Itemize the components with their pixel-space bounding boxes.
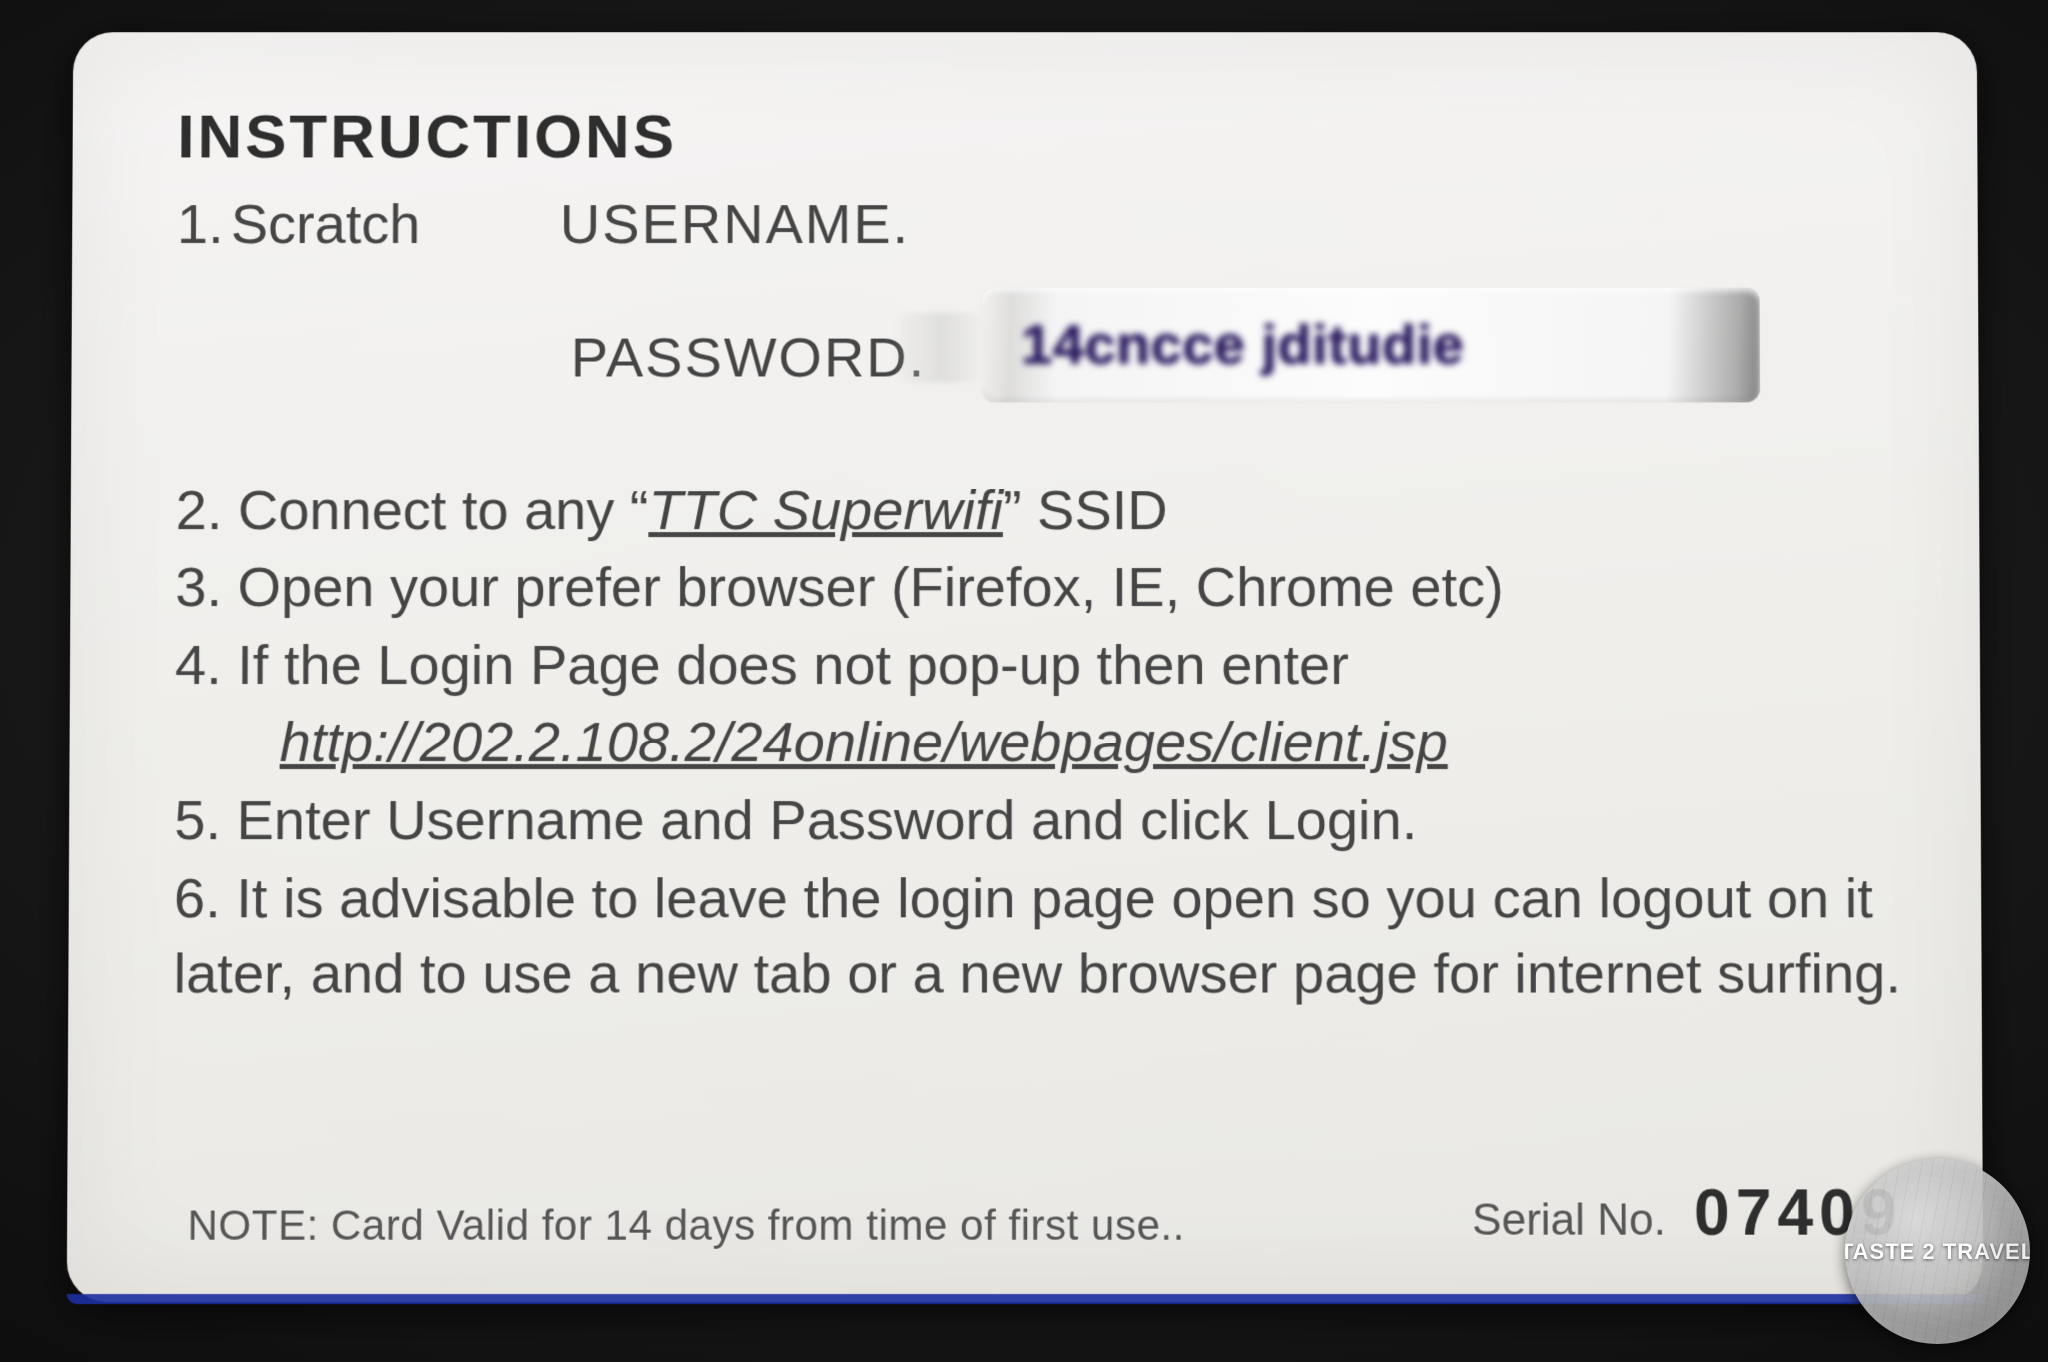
card-footer: NOTE: Card Valid for 14 days from time o… <box>187 1175 1902 1249</box>
password-row: PASSWORD. 14cncce jditudie <box>176 319 1909 402</box>
login-page-url: http://202.2.108.2/24online/webpages/cli… <box>280 704 1448 780</box>
step-1-number: 1. <box>177 186 231 261</box>
validity-note: NOTE: Card Valid for 14 days from time o… <box>187 1201 1184 1249</box>
step-1: 1.Scratch USERNAME. <box>177 186 1908 261</box>
revealed-password: 14cncce jditudie <box>981 287 1760 402</box>
username-label: USERNAME. <box>560 186 910 261</box>
serial-block: Serial No. 07409 <box>1472 1175 1903 1249</box>
step-2-lead: 2. Connect to any “ <box>176 478 649 541</box>
step-2: 2. Connect to any “TTC Superwifi” SSID <box>176 472 1910 547</box>
watermark-text: TASTE 2 TRAVEL <box>1845 1239 2030 1265</box>
step-6: 6. It is advisable to leave the login pa… <box>173 860 1911 1012</box>
instructions-body: 1.Scratch USERNAME. PASSWORD. 14cncce jdi… <box>173 186 1911 1011</box>
scratch-off-panel: 14cncce jditudie <box>981 287 1760 402</box>
wifi-scratch-card: INSTRUCTIONS 1.Scratch USERNAME. PASSWORD… <box>67 32 1984 1302</box>
globe-watermark-icon: TASTE 2 TRAVEL <box>1845 1159 2030 1344</box>
ssid-name: TTC Superwifi <box>648 478 1003 541</box>
step-2-tail: ” SSID <box>1003 478 1168 541</box>
serial-label: Serial No. <box>1472 1195 1666 1245</box>
instructions-heading: INSTRUCTIONS <box>177 102 1907 173</box>
password-label: PASSWORD. <box>571 319 927 394</box>
step-1-text: Scratch <box>231 192 421 255</box>
step-3: 3. Open your prefer browser (Firefox, IE… <box>175 549 1910 625</box>
step-4-url-line: http://202.2.108.2/24online/webpages/cli… <box>174 704 1910 780</box>
step-5: 5. Enter Username and Password and click… <box>174 782 1911 858</box>
step-4: 4. If the Login Page does not pop-up the… <box>175 627 1910 703</box>
